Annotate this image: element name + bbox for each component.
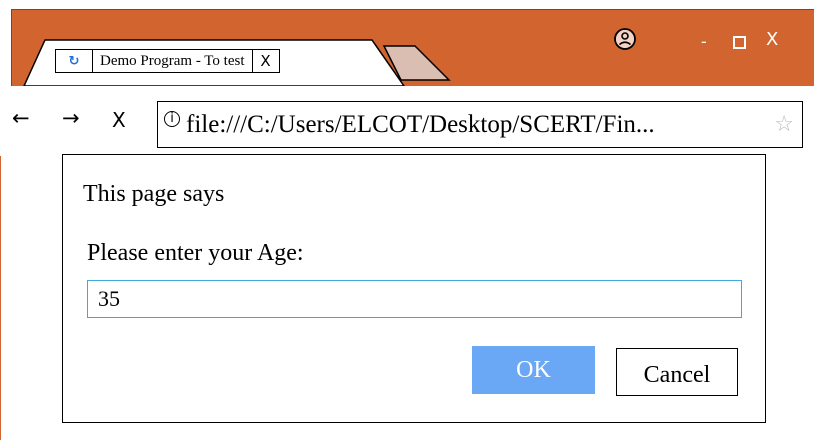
stop-button[interactable]: X — [112, 108, 126, 132]
profile-icon[interactable] — [613, 27, 637, 51]
window-controls: - X — [0, 20, 814, 60]
window-close-button[interactable]: X — [766, 30, 778, 50]
url-text[interactable]: file:///C:/Users/ELCOT/Desktop/SCERT/Fin… — [186, 111, 774, 139]
back-button[interactable]: ← — [12, 106, 30, 130]
ok-button[interactable]: OK — [472, 346, 595, 394]
dialog-title: This page says — [83, 181, 225, 207]
minimize-button[interactable]: - — [701, 34, 707, 50]
info-icon[interactable]: i — [164, 110, 180, 127]
toolbar: ← → X i file:///C:/Users/ELCOT/Desktop/S… — [0, 86, 814, 156]
cancel-button[interactable]: Cancel — [616, 348, 738, 396]
dialog-prompt-label: Please enter your Age: — [87, 240, 304, 266]
prompt-dialog: This page says Please enter your Age: OK… — [62, 154, 766, 423]
forward-button[interactable]: → — [62, 106, 80, 130]
window-left-edge — [0, 156, 1, 440]
bookmark-star-icon[interactable]: ☆ — [774, 112, 794, 137]
maximize-button[interactable] — [733, 36, 746, 49]
browser-window: ↻ Demo Program - To test X - X ← → X i f… — [0, 0, 814, 440]
age-input[interactable] — [87, 280, 742, 318]
address-bar[interactable]: i file:///C:/Users/ELCOT/Desktop/SCERT/F… — [157, 101, 803, 148]
